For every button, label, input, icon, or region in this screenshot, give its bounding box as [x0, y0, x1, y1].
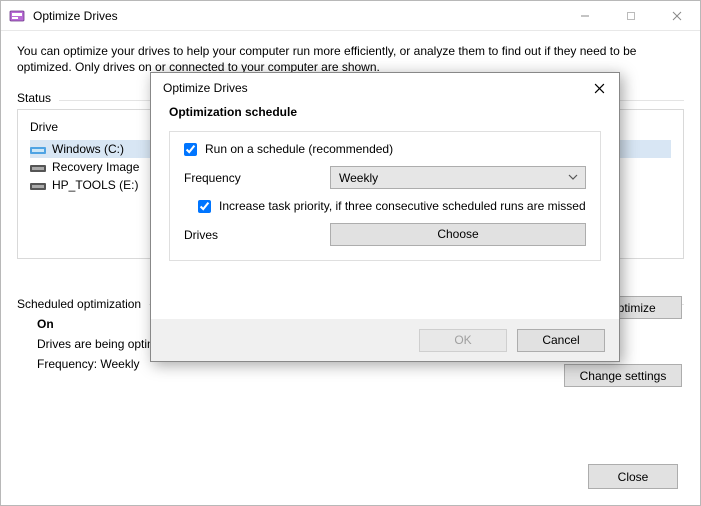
- increase-priority-label[interactable]: Increase task priority, if three consecu…: [219, 199, 586, 213]
- dialog-close-button[interactable]: [579, 73, 619, 103]
- frequency-label: Frequency: [184, 171, 330, 185]
- drive-label: Windows (C:): [52, 142, 124, 156]
- run-on-schedule-label[interactable]: Run on a schedule (recommended): [205, 142, 393, 156]
- minimize-button[interactable]: [562, 1, 608, 30]
- close-button[interactable]: [654, 1, 700, 30]
- run-on-schedule-checkbox[interactable]: [184, 143, 197, 156]
- drive-label: HP_TOOLS (E:): [52, 178, 138, 192]
- frequency-value: Weekly: [339, 171, 378, 185]
- dialog-heading: Optimization schedule: [169, 105, 601, 119]
- ok-button[interactable]: OK: [419, 329, 507, 352]
- intro-text: You can optimize your drives to help you…: [17, 43, 684, 75]
- frequency-dropdown[interactable]: Weekly: [330, 166, 586, 189]
- main-titlebar: Optimize Drives: [1, 1, 700, 31]
- drives-label: Drives: [184, 228, 330, 242]
- change-settings-button[interactable]: Change settings: [564, 364, 682, 387]
- close-button-row: Close: [588, 464, 678, 489]
- app-icon: [9, 8, 25, 24]
- maximize-button[interactable]: [608, 1, 654, 30]
- drives-row: Drives Choose: [184, 223, 586, 246]
- schedule-group: Run on a schedule (recommended) Frequenc…: [169, 131, 601, 261]
- close-window-button[interactable]: Close: [588, 464, 678, 489]
- drive-icon: [30, 161, 46, 173]
- increase-priority-row: Increase task priority, if three consecu…: [198, 199, 586, 213]
- change-settings-row: Change settings: [564, 364, 682, 387]
- status-label: Status: [17, 91, 51, 105]
- scheduled-optimization-label: Scheduled optimization: [17, 297, 141, 311]
- optimization-schedule-dialog: Optimize Drives Optimization schedule Ru…: [150, 72, 620, 362]
- dialog-footer: OK Cancel: [151, 319, 619, 361]
- dialog-title: Optimize Drives: [163, 81, 579, 95]
- frequency-row: Frequency Weekly: [184, 166, 586, 189]
- run-on-schedule-row: Run on a schedule (recommended): [184, 142, 586, 156]
- close-icon: [594, 83, 605, 94]
- dialog-body: Optimization schedule Run on a schedule …: [151, 103, 619, 261]
- increase-priority-checkbox[interactable]: [198, 200, 211, 213]
- main-title: Optimize Drives: [33, 9, 562, 23]
- cancel-button[interactable]: Cancel: [517, 329, 605, 352]
- dialog-titlebar: Optimize Drives: [151, 73, 619, 103]
- drive-label: Recovery Image: [52, 160, 139, 174]
- drive-icon: [30, 179, 46, 191]
- drive-icon: [30, 143, 46, 155]
- chevron-down-icon: [567, 170, 579, 187]
- choose-drives-button[interactable]: Choose: [330, 223, 586, 246]
